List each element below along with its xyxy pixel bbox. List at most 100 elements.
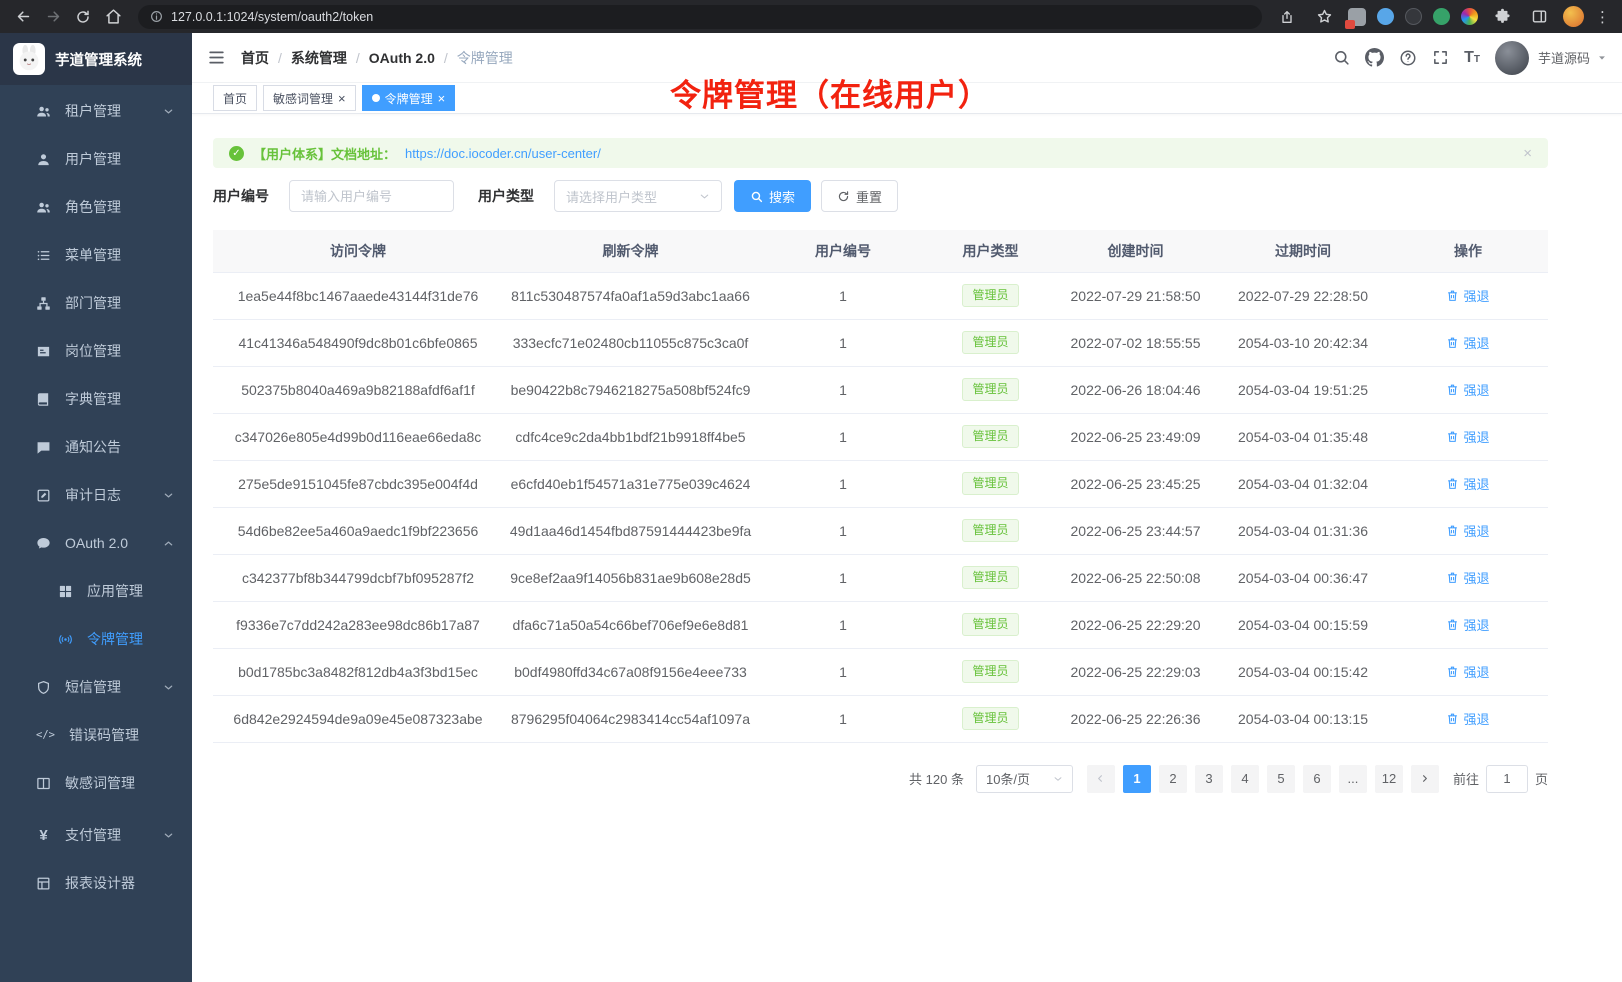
share-icon[interactable] (1274, 4, 1300, 30)
sidebar-item-oauth-token[interactable]: 令牌管理 (0, 615, 192, 663)
browser-profile-avatar[interactable] (1563, 6, 1584, 27)
page-button-1[interactable]: 1 (1123, 765, 1151, 793)
sidebar-item-label: 应用管理 (87, 581, 143, 601)
colorful-extension-icon[interactable] (1461, 8, 1478, 25)
trash-icon (1446, 383, 1459, 396)
page-button-3[interactable]: 3 (1195, 765, 1223, 793)
breadcrumb-home[interactable]: 首页 (241, 48, 269, 68)
page-button-4[interactable]: 4 (1231, 765, 1259, 793)
user-type-select[interactable]: 请选择用户类型 (554, 180, 722, 212)
cell-refresh-token: e6cfd40eb1f54571a31e775e039c4624 (503, 460, 758, 507)
back-icon[interactable] (10, 4, 36, 30)
sidebar-item-menu[interactable]: 菜单管理 (0, 231, 192, 279)
user-type-label: 用户类型 (478, 186, 534, 206)
col-user-type: 用户类型 (928, 230, 1053, 272)
page-size-select[interactable]: 10条/页 (976, 765, 1073, 793)
table-row: f9336e7c7dd242a283ee98dc86b17a87 dfa6c71… (213, 601, 1548, 648)
sidebar-item-sms[interactable]: 短信管理 (0, 663, 192, 711)
user-type-badge: 管理员 (962, 707, 1018, 731)
close-icon[interactable]: × (338, 92, 346, 105)
cell-user-id: 1 (758, 460, 928, 507)
sidebar-item-report-designer[interactable]: 报表设计器 (0, 859, 192, 907)
sidebar-item-dept[interactable]: 部门管理 (0, 279, 192, 327)
force-logout-button[interactable]: 强退 (1446, 568, 1489, 587)
app-logo[interactable]: 芋道管理系统 (0, 33, 192, 85)
sidebar-item-post[interactable]: 岗位管理 (0, 327, 192, 375)
force-logout-button[interactable]: 强退 (1446, 427, 1489, 446)
fullscreen-icon[interactable] (1432, 49, 1449, 66)
blue-extension-icon[interactable] (1377, 8, 1394, 25)
force-logout-button[interactable]: 强退 (1446, 333, 1489, 352)
tab-sensitive-words[interactable]: 敏感词管理 × (263, 85, 356, 111)
sidebar-item-notice[interactable]: 通知公告 (0, 423, 192, 471)
success-check-icon: ✓ (229, 146, 244, 161)
green-extension-icon[interactable] (1433, 8, 1450, 25)
sidebar-item-oauth-app[interactable]: 应用管理 (0, 567, 192, 615)
user-avatar[interactable] (1495, 41, 1529, 75)
page-button-12[interactable]: 12 (1375, 765, 1403, 793)
help-icon[interactable] (1399, 49, 1417, 67)
user-type-badge: 管理员 (962, 613, 1018, 637)
reload-icon[interactable] (70, 4, 96, 30)
sidebar-item-oauth[interactable]: OAuth 2.0 (0, 519, 192, 567)
github-icon[interactable] (1365, 48, 1384, 67)
username[interactable]: 芋道源码 (1538, 48, 1590, 67)
doc-link[interactable]: https://doc.iocoder.cn/user-center/ (405, 146, 601, 161)
browser-menu-icon[interactable]: ⋮ (1595, 8, 1610, 26)
trash-icon (1446, 289, 1459, 302)
side-panel-icon[interactable] (1526, 4, 1552, 30)
select-placeholder: 请选择用户类型 (566, 187, 657, 206)
forward-icon[interactable] (40, 4, 66, 30)
cell-user-id: 1 (758, 507, 928, 554)
chevron-down-icon[interactable] (1597, 53, 1607, 63)
close-icon[interactable]: × (438, 92, 446, 105)
puzzle-extensions-icon[interactable] (1489, 4, 1515, 30)
close-icon[interactable]: × (1523, 146, 1532, 161)
sidebar-item-label: 短信管理 (65, 677, 121, 697)
force-logout-button[interactable]: 强退 (1446, 615, 1489, 634)
sidebar-item-tenant[interactable]: 租户管理 (0, 87, 192, 135)
cell-create-time: 2022-07-02 18:55:55 (1053, 319, 1218, 366)
force-logout-button[interactable]: 强退 (1446, 521, 1489, 540)
broadcast-token-icon (58, 632, 73, 647)
hamburger-icon[interactable] (207, 48, 226, 67)
sidebar-item-dict[interactable]: 字典管理 (0, 375, 192, 423)
force-logout-button[interactable]: 强退 (1446, 662, 1489, 681)
sidebar-item-error-code[interactable]: </> 错误码管理 (0, 711, 192, 759)
trash-icon (1446, 524, 1459, 537)
home-icon[interactable] (100, 4, 126, 30)
page-ellipsis[interactable]: ... (1339, 765, 1367, 793)
extension-red-badge-icon[interactable] (1348, 8, 1366, 26)
reset-button[interactable]: 重置 (821, 180, 898, 212)
cell-user-id: 1 (758, 413, 928, 460)
dark-extension-icon[interactable] (1405, 8, 1422, 25)
goto-page-input[interactable] (1486, 765, 1528, 793)
site-info-icon[interactable] (150, 10, 163, 23)
bookmark-star-icon[interactable] (1311, 4, 1337, 30)
force-logout-button[interactable]: 强退 (1446, 474, 1489, 493)
search-button[interactable]: 搜索 (734, 180, 811, 212)
tab-token-management[interactable]: 令牌管理 × (362, 85, 456, 111)
page-button-5[interactable]: 5 (1267, 765, 1295, 793)
sidebar-item-user[interactable]: 用户管理 (0, 135, 192, 183)
sidebar-item-role[interactable]: 角色管理 (0, 183, 192, 231)
breadcrumb-oauth[interactable]: OAuth 2.0 (369, 50, 435, 66)
sidebar-item-sensitive-words[interactable]: 敏感词管理 (0, 759, 192, 807)
user-id-input[interactable] (289, 180, 454, 212)
search-icon[interactable] (1333, 49, 1350, 66)
force-logout-button[interactable]: 强退 (1446, 286, 1489, 305)
page-button-6[interactable]: 6 (1303, 765, 1331, 793)
force-logout-button[interactable]: 强退 (1446, 380, 1489, 399)
page-button-2[interactable]: 2 (1159, 765, 1187, 793)
font-size-icon[interactable]: TT (1464, 50, 1480, 66)
next-page-button[interactable] (1411, 765, 1439, 793)
prev-page-button[interactable] (1087, 765, 1115, 793)
tab-home[interactable]: 首页 (213, 85, 257, 111)
breadcrumb-separator: / (356, 50, 360, 66)
breadcrumb-system[interactable]: 系统管理 (291, 48, 347, 68)
sidebar-item-audit-log[interactable]: 审计日志 (0, 471, 192, 519)
url-bar[interactable]: 127.0.0.1:1024/system/oauth2/token (138, 5, 1262, 29)
cell-user-type: 管理员 (928, 319, 1053, 366)
sidebar-item-payment[interactable]: ¥ 支付管理 (0, 811, 192, 859)
force-logout-button[interactable]: 强退 (1446, 709, 1489, 728)
